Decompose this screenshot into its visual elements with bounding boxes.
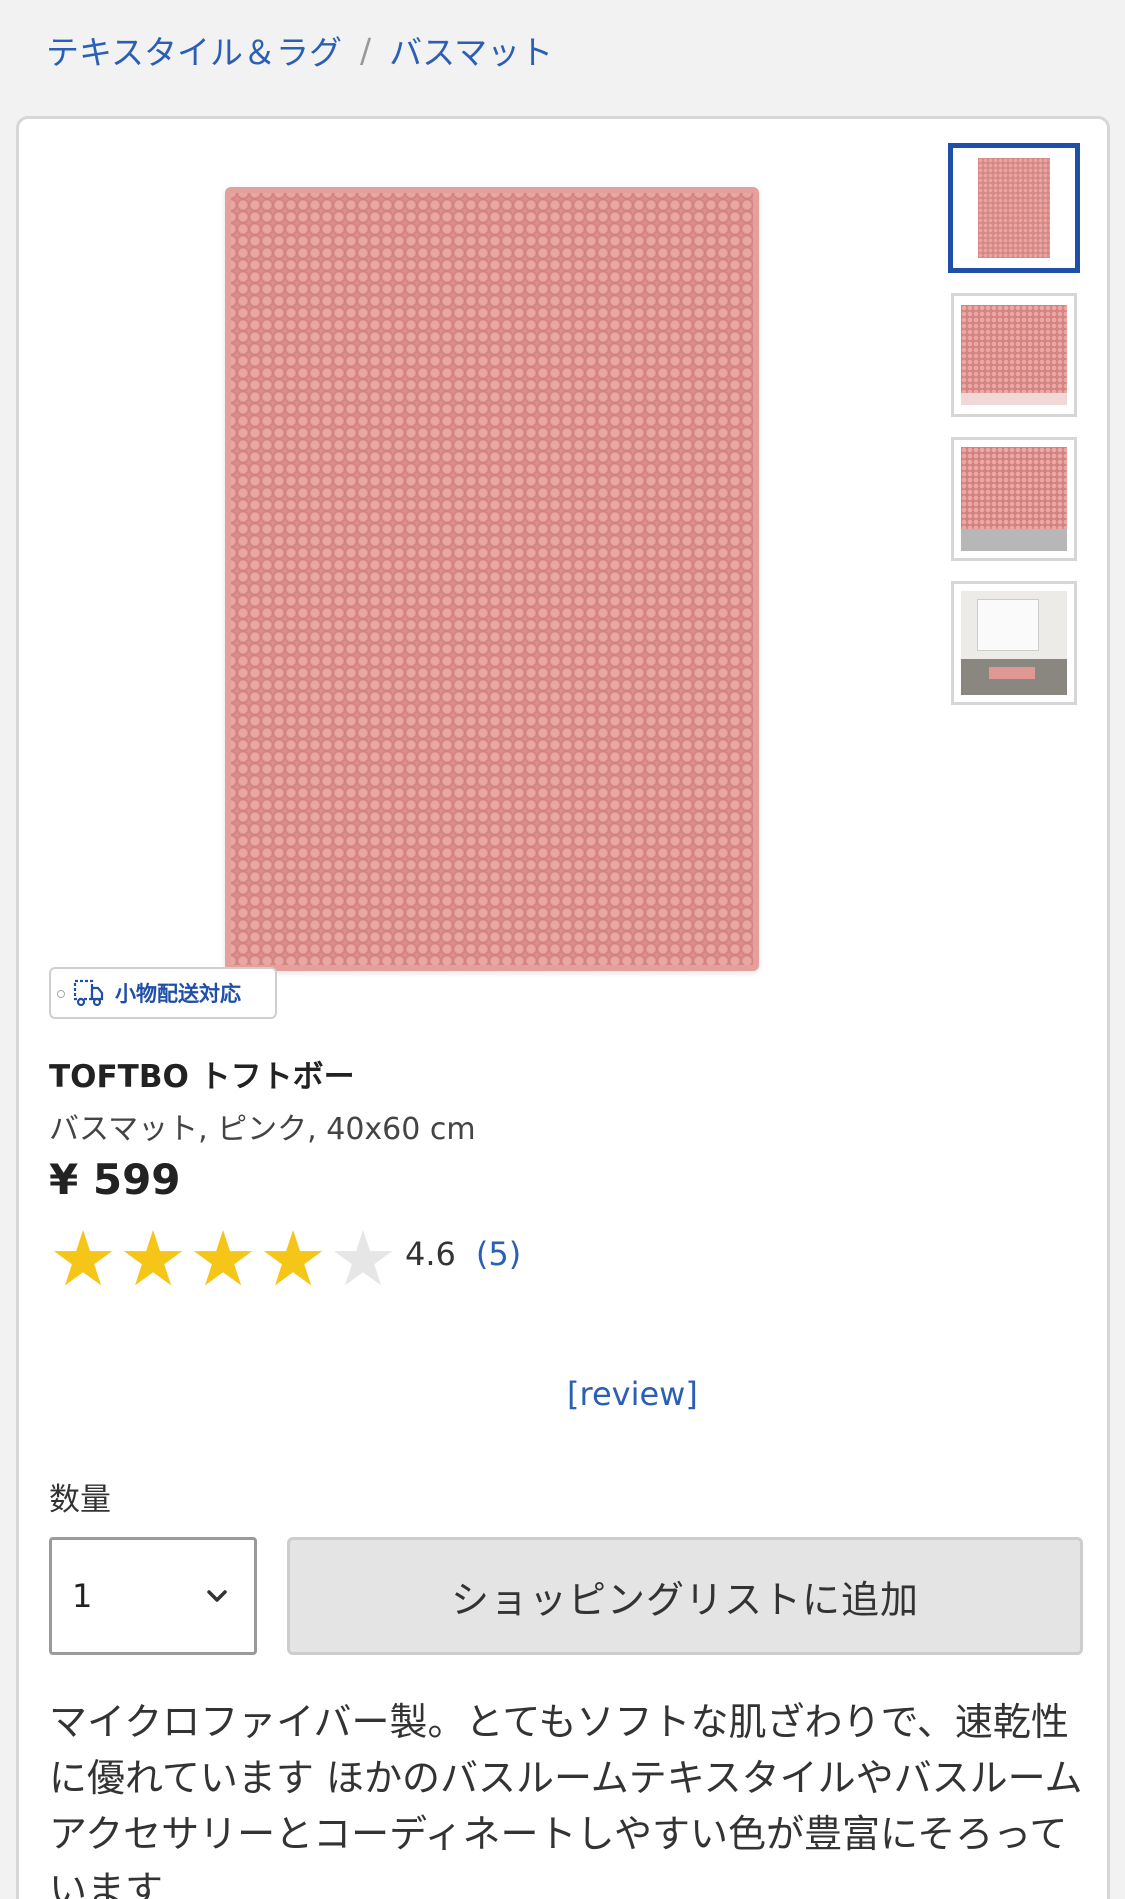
breadcrumb-separator: /	[360, 30, 372, 70]
quantity-value: 1	[72, 1577, 93, 1615]
quantity-select[interactable]: 1	[49, 1537, 257, 1655]
thumbnail-list	[948, 143, 1099, 725]
thumbnail-1-image	[978, 158, 1050, 258]
thumbnail-2[interactable]	[951, 293, 1077, 417]
review-link[interactable]: [review]	[567, 1375, 698, 1413]
star-empty-icon: ★	[329, 1214, 398, 1303]
star-filled-icon: ★	[189, 1214, 258, 1303]
rating-value: 4.6	[405, 1235, 456, 1273]
thumbnail-3-image	[961, 447, 1067, 551]
breadcrumb: テキスタイル＆ラグ / バスマット	[46, 26, 553, 74]
badge-label: 小物配送対応	[115, 982, 241, 1006]
thumbnail-4[interactable]	[951, 581, 1077, 705]
breadcrumb-bathmat-link[interactable]: バスマット	[389, 26, 553, 74]
delivery-truck-icon	[73, 979, 104, 1007]
product-description: マイクロファイバー製。とてもソフトな肌ざわりで、速乾性に優れています ほかのバス…	[49, 1700, 1083, 1899]
bath-mat-image	[225, 187, 759, 971]
rating-stars: ★ ★ ★ ★ ★	[49, 1219, 399, 1299]
product-subtitle: バスマット, ピンク, 40x60 cm	[49, 1112, 476, 1147]
product-price: ¥ 599	[49, 1155, 181, 1204]
thumbnail-3[interactable]	[951, 437, 1077, 561]
breadcrumb-textiles-link[interactable]: テキスタイル＆ラグ	[46, 26, 342, 74]
add-to-shopping-list-button[interactable]: ショッピングリストに追加	[287, 1537, 1083, 1655]
cabinet-shape	[977, 599, 1039, 651]
star-filled-icon: ★	[119, 1214, 188, 1303]
product-title: TOFTBO トフトボー	[49, 1059, 355, 1095]
chevron-down-icon	[207, 1590, 227, 1602]
quantity-label: 数量	[49, 1482, 111, 1518]
product-card: 小物配送対応 TOFTBO トフトボー バスマット, ピンク, 40x60 cm…	[16, 116, 1110, 1899]
star-filled-icon: ★	[49, 1214, 118, 1303]
product-main-image[interactable]	[205, 179, 779, 979]
thumbnail-2-image	[961, 305, 1067, 405]
rug-shape	[989, 667, 1035, 679]
rating-count-link[interactable]: (5)	[476, 1235, 521, 1273]
star-filled-icon: ★	[259, 1214, 328, 1303]
rating: ★ ★ ★ ★ ★ 4.6 (5)	[49, 1219, 521, 1299]
thumbnail-4-image	[961, 591, 1067, 695]
badge-dot	[57, 990, 65, 998]
thumbnail-1[interactable]	[948, 143, 1080, 273]
small-delivery-badge: 小物配送対応	[49, 967, 277, 1019]
